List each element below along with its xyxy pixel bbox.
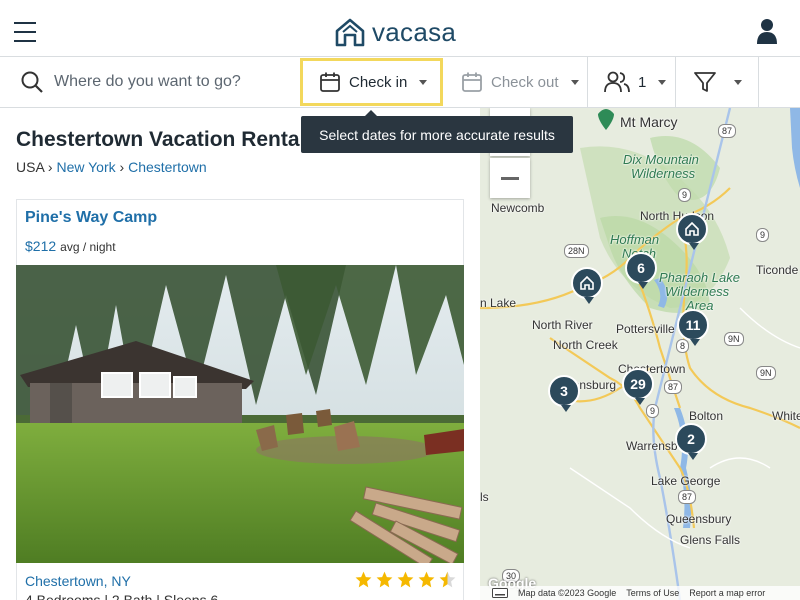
listing-location-link[interactable]: Chestertown, NY bbox=[25, 573, 131, 589]
map-label: n Lake bbox=[480, 296, 517, 310]
filters-button[interactable] bbox=[676, 57, 759, 107]
chevron-down-icon bbox=[658, 79, 667, 85]
check-out-button[interactable]: Check out bbox=[445, 57, 588, 107]
home-icon bbox=[580, 275, 594, 290]
calendar-icon bbox=[320, 72, 340, 92]
map-cluster[interactable]: 11 bbox=[677, 309, 709, 346]
listings-panel: Chestertown Vacation Renta USA › New Yor… bbox=[0, 108, 480, 600]
map-label: Mt Marcy bbox=[620, 114, 678, 130]
half-star-icon bbox=[439, 571, 456, 588]
home-icon bbox=[685, 221, 699, 236]
route-shield: 8 bbox=[676, 339, 690, 353]
map-panel[interactable]: Mt Marcy Dix Mountain Wilderness Newcomb… bbox=[480, 108, 800, 600]
report-error-link[interactable]: Report a map error bbox=[689, 588, 765, 598]
listing-photo[interactable] bbox=[16, 265, 464, 563]
check-out-label: Check out bbox=[491, 73, 559, 91]
map-cluster[interactable]: 2 bbox=[675, 423, 707, 460]
map-label: Glens Falls bbox=[680, 533, 741, 547]
map-label: North Creek bbox=[553, 338, 618, 352]
rating-stars bbox=[354, 570, 457, 589]
tooltip-text: Select dates for more accurate results bbox=[319, 126, 555, 143]
page-title: Chestertown Vacation Renta bbox=[16, 128, 300, 151]
listing-details: 4 Bedrooms | 2 Bath | Sleeps 6 bbox=[25, 592, 219, 600]
top-header: vacasa bbox=[0, 0, 800, 57]
minus-icon bbox=[501, 176, 519, 180]
map-label: Pharaoh Lake bbox=[659, 270, 740, 285]
check-in-label: Check in bbox=[349, 73, 408, 91]
map-cluster[interactable]: 29 bbox=[622, 368, 654, 405]
listing-card[interactable]: Pine's Way Camp $212 avg / night Chester… bbox=[16, 199, 464, 600]
map-label: Newcomb bbox=[491, 201, 545, 215]
date-tooltip: Select dates for more accurate results bbox=[301, 110, 573, 153]
guests-button[interactable]: 1 bbox=[588, 57, 676, 107]
map-label: Bolton bbox=[689, 409, 724, 423]
hamburger-menu-icon[interactable] bbox=[14, 22, 36, 42]
breadcrumb-separator: › bbox=[119, 159, 125, 175]
map-label: Hoffman bbox=[610, 232, 660, 247]
chevron-down-icon bbox=[570, 79, 579, 85]
map-label: Dix Mountain bbox=[623, 152, 699, 167]
map-label: North River bbox=[532, 318, 593, 332]
zoom-out-button[interactable] bbox=[490, 158, 530, 198]
keyboard-icon[interactable] bbox=[492, 588, 508, 598]
star-icon bbox=[418, 571, 435, 588]
route-shield: 9 bbox=[756, 228, 770, 242]
route-shield: 9 bbox=[646, 404, 660, 418]
map-label: Pottersville bbox=[616, 322, 675, 336]
price-value: $212 bbox=[25, 238, 57, 254]
breadcrumb-state-link[interactable]: New York bbox=[56, 159, 115, 175]
chevron-down-icon bbox=[734, 79, 742, 85]
star-icon bbox=[376, 571, 393, 588]
route-shield: 87 bbox=[718, 124, 737, 138]
star-icon bbox=[355, 571, 372, 588]
route-shield: 9N bbox=[756, 366, 776, 380]
route-shield: 9 bbox=[678, 188, 692, 202]
house-logo-icon bbox=[335, 18, 365, 47]
map-label: Wilderness bbox=[631, 166, 696, 181]
map-cluster[interactable]: 6 bbox=[625, 252, 657, 289]
map-label: ls bbox=[480, 490, 489, 504]
map-label: Ticonde bbox=[756, 263, 799, 277]
destination-search-input[interactable] bbox=[54, 69, 290, 95]
filter-icon bbox=[694, 72, 716, 92]
map-attribution: Map data ©2023 Google Terms of Use Repor… bbox=[480, 586, 800, 600]
chevron-down-icon bbox=[419, 79, 428, 85]
listing-price: $212 avg / night bbox=[25, 238, 116, 254]
property-map-pin[interactable] bbox=[676, 213, 708, 250]
search-bar: Check in Check out 1 bbox=[0, 57, 800, 108]
route-shield: 87 bbox=[678, 490, 697, 504]
breadcrumb-country: USA bbox=[16, 159, 45, 175]
map-label: Queensbury bbox=[666, 512, 732, 526]
map-data-text: Map data ©2023 Google bbox=[518, 588, 617, 598]
listing-title[interactable]: Pine's Way Camp bbox=[25, 209, 157, 227]
logo-text: vacasa bbox=[372, 16, 457, 47]
calendar-icon bbox=[462, 72, 482, 92]
breadcrumb-separator: › bbox=[47, 159, 53, 175]
route-shield: 9N bbox=[724, 332, 744, 346]
map-label: Warrensb bbox=[626, 439, 678, 453]
map-cluster[interactable]: 3 bbox=[548, 375, 580, 412]
route-shield: 87 bbox=[664, 380, 683, 394]
map-label: White bbox=[772, 409, 800, 423]
people-icon bbox=[604, 71, 630, 93]
guests-count: 1 bbox=[638, 73, 647, 91]
breadcrumb-city-link[interactable]: Chestertown bbox=[128, 159, 207, 175]
user-icon[interactable] bbox=[756, 18, 778, 44]
property-map-pin[interactable] bbox=[571, 267, 603, 304]
check-in-button[interactable]: Check in bbox=[300, 58, 443, 106]
map-label: Wilderness bbox=[665, 284, 730, 299]
vacasa-logo[interactable]: vacasa bbox=[334, 16, 456, 48]
route-shield: 28N bbox=[564, 244, 589, 258]
terms-link[interactable]: Terms of Use bbox=[626, 588, 679, 598]
search-icon bbox=[21, 71, 43, 93]
price-unit: avg / night bbox=[60, 240, 116, 254]
map-label: Lake George bbox=[651, 474, 721, 488]
star-icon bbox=[397, 571, 414, 588]
breadcrumb: USA › New York › Chestertown bbox=[16, 159, 207, 175]
